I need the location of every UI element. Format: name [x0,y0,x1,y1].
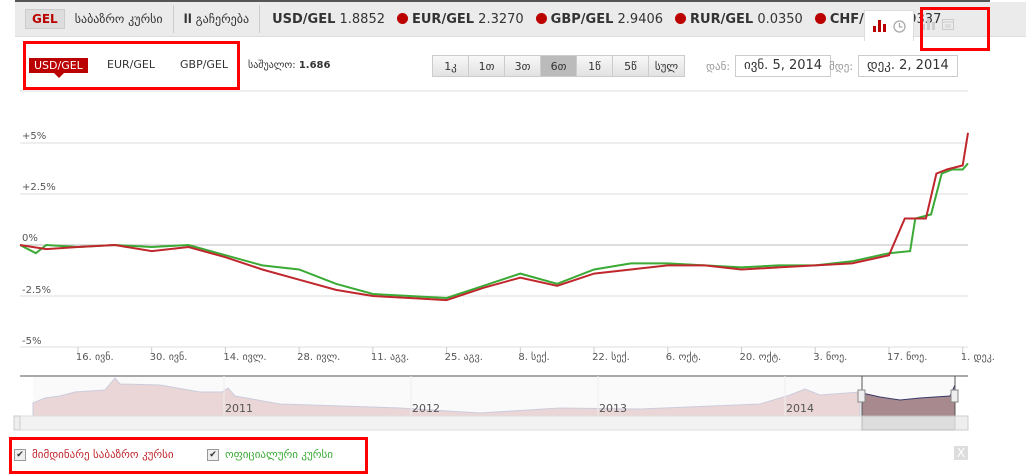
x-tick-label: 17. ნოე. [887,352,928,363]
rate-chart: 2011 2012 2013 2014 [13,90,969,431]
scroll-left-button[interactable] [13,415,21,431]
x-tick-label: 28. ივლ. [297,352,341,363]
x-tick-label: 14. ივლ. [223,352,267,363]
checkbox[interactable]: ✔ [207,448,219,461]
x-tick-label: 1. დეკ. [960,352,995,363]
x-tick-label: 11. აგვ. [370,352,410,363]
x-tick-label: 30. ივნ. [149,352,188,363]
x-tick-label: 22. სექ. [592,352,630,363]
x-tick-label: 16. ივნ. [75,352,114,363]
navigator-handle-right[interactable] [950,389,959,403]
legend-label: მიმდინარე საბაზრო კურსი [32,448,174,461]
scrollbar-thumb[interactable] [861,415,956,431]
x-tick-label: 6. ოქტ. [665,352,702,363]
navigator-year-label: 2013 [599,402,627,415]
x-tick-label: 25. აგვ. [444,352,483,363]
navigator-year-label: 2012 [412,402,440,415]
navigator-handle-left[interactable] [857,389,866,403]
x-tick-label: 8. სექ. [518,352,550,363]
series-line [19,162,969,300]
legend-label: ოფიციალური კურსი [225,448,333,461]
scrollbar-track [19,415,961,431]
checkbox[interactable]: ✔ [14,448,26,461]
series-line [19,132,969,302]
legend-item-market[interactable]: ✔ მიმდინარე საბაზრო კურსი [14,448,174,461]
close-button[interactable]: X [954,446,968,460]
scroll-right-button[interactable] [954,415,969,431]
legend-item-official[interactable]: ✔ ოფიციალური კურსი [207,448,333,461]
x-tick-label: 3. ნოე. [813,352,848,363]
x-tick-label: 20. ოქტ. [739,352,782,363]
navigator-year-label: 2011 [225,402,253,415]
navigator-year-label: 2014 [786,402,814,415]
